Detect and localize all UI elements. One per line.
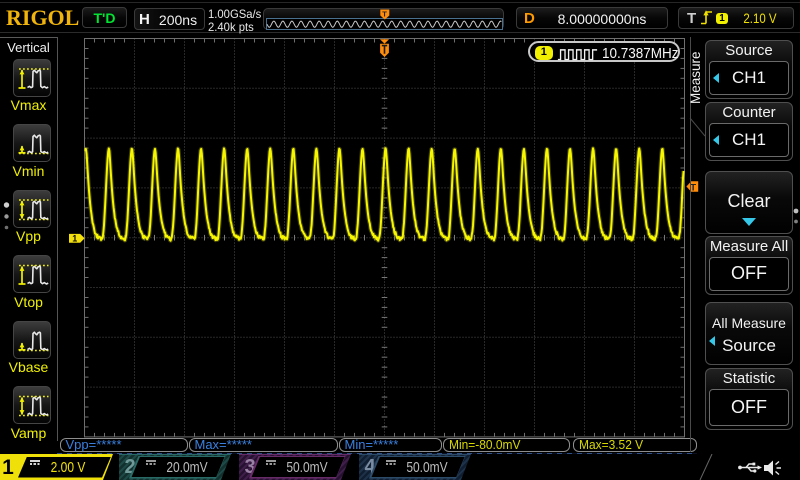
svg-text:1: 1 xyxy=(72,234,77,244)
svg-text:T: T xyxy=(690,182,696,193)
